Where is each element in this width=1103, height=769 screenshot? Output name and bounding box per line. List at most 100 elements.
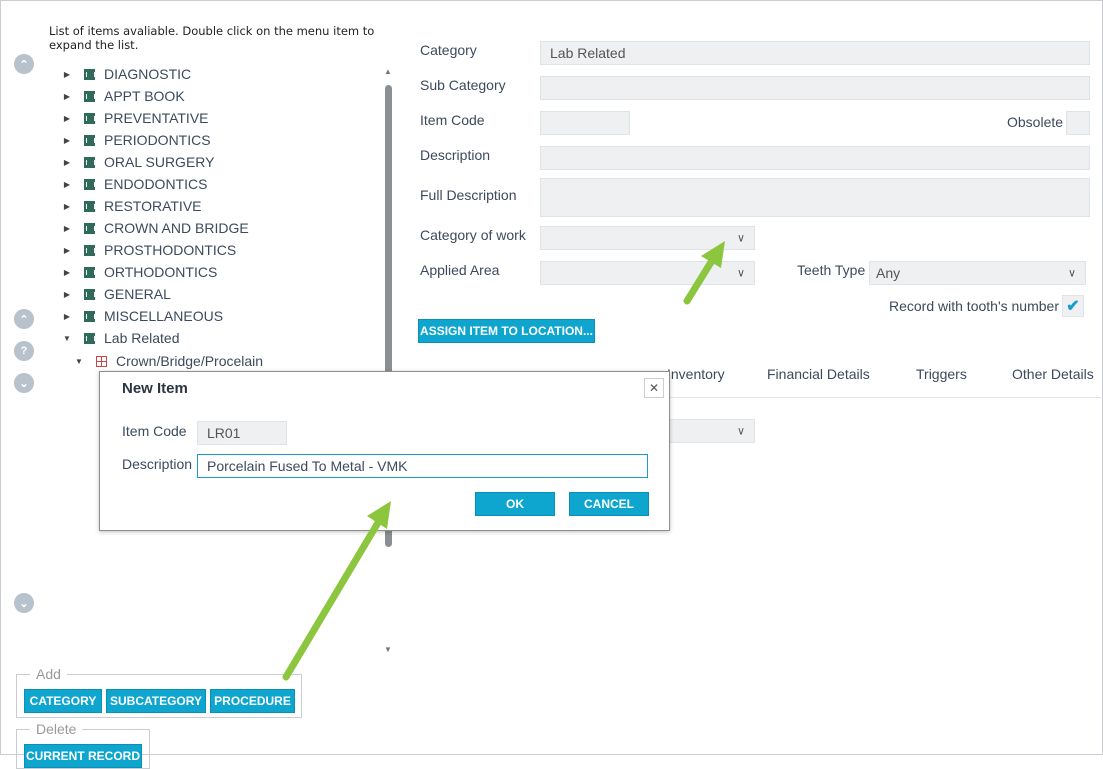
tab-inventory[interactable]: Inventory xyxy=(667,366,725,382)
new-item-dialog: New Item ✕ Item Code LR01 Description Po… xyxy=(99,371,670,531)
scroll-up-icon[interactable]: ▲ xyxy=(383,67,393,76)
ok-button[interactable]: OK xyxy=(475,492,555,516)
category-icon xyxy=(84,288,95,300)
expand-arrow-icon[interactable]: ▶ xyxy=(56,268,78,277)
close-icon[interactable]: ✕ xyxy=(644,378,664,398)
tree-item-label: PREVENTATIVE xyxy=(104,110,209,126)
tree-item-restorative[interactable]: ▶ RESTORATIVE xyxy=(56,195,356,217)
add-category-button[interactable]: CATEGORY xyxy=(24,689,102,713)
subcategory-field[interactable] xyxy=(540,76,1090,100)
tree-item-label: ENDODONTICS xyxy=(104,176,208,192)
tree-subitem-crown-bridge-porcelain[interactable]: ▼ Crown/Bridge/Procelain xyxy=(68,350,368,372)
expand-arrow-icon[interactable]: ▶ xyxy=(56,70,78,79)
expand-arrow-icon[interactable]: ▶ xyxy=(56,202,78,211)
category-icon xyxy=(84,178,95,190)
record-teeth-checkbox[interactable]: ✔ xyxy=(1062,295,1084,317)
tab-financial-details[interactable]: Financial Details xyxy=(767,366,870,382)
tree-item-label: PROSTHODONTICS xyxy=(104,242,237,258)
help-icon[interactable]: ? xyxy=(14,341,34,361)
dialog-description-value: Porcelain Fused To Metal - VMK xyxy=(207,458,408,474)
tree-item-appt-book[interactable]: ▶ APPT BOOK xyxy=(56,85,356,107)
record-teeth-label: Record with tooth's number xyxy=(889,298,1059,314)
tree-item-periodontics[interactable]: ▶ PERIODONTICS xyxy=(56,129,356,151)
dialog-description-input[interactable]: Porcelain Fused To Metal - VMK xyxy=(197,454,648,478)
dialog-title: New Item xyxy=(122,380,188,397)
tree-item-label: APPT BOOK xyxy=(104,88,185,104)
subcategory-icon xyxy=(96,355,107,367)
category-field[interactable]: Lab Related xyxy=(540,41,1090,65)
tree-item-lab-related[interactable]: ▼ Lab Related xyxy=(56,327,356,349)
tree-item-label: Crown/Bridge/Procelain xyxy=(116,353,264,369)
delete-current-record-button[interactable]: CURRENT RECORD xyxy=(24,744,142,768)
category-icon xyxy=(84,68,95,80)
tree-item-orthodontics[interactable]: ▶ ORTHODONTICS xyxy=(56,261,356,283)
tree-item-label: MISCELLANEOUS xyxy=(104,308,224,324)
expand-arrow-icon[interactable]: ▶ xyxy=(56,158,78,167)
tab-other-details[interactable]: Other Details xyxy=(1012,366,1094,382)
full-description-label: Full Description xyxy=(420,187,517,203)
tree-item-label: DIAGNOSTIC xyxy=(104,66,192,82)
item-code-field[interactable] xyxy=(540,111,630,135)
category-icon xyxy=(84,222,95,234)
category-icon xyxy=(84,244,95,256)
teeth-type-select[interactable]: Any ∨ xyxy=(869,261,1086,285)
tree-item-miscellaneous[interactable]: ▶ MISCELLANEOUS xyxy=(56,305,356,327)
teeth-type-label: Teeth Type xyxy=(797,262,866,278)
dialog-item-code-field[interactable]: LR01 xyxy=(197,421,287,445)
tree-item-oral-surgery[interactable]: ▶ ORAL SURGERY xyxy=(56,151,356,173)
assign-item-button[interactable]: ASSIGN ITEM TO LOCATION... xyxy=(418,319,595,343)
expand-all-icon[interactable]: ⌄ xyxy=(14,593,34,613)
tree-item-label: ORTHODONTICS xyxy=(104,264,218,280)
applied-area-label: Applied Area xyxy=(420,262,500,278)
tree-item-crown-and-bridge[interactable]: ▶ CROWN AND BRIDGE xyxy=(56,217,356,239)
expand-arrow-icon[interactable]: ▶ xyxy=(56,114,78,123)
category-label: Category xyxy=(420,42,477,58)
category-icon xyxy=(84,200,95,212)
expand-arrow-icon[interactable]: ▶ xyxy=(56,136,78,145)
collapse-arrow-icon[interactable]: ▼ xyxy=(68,357,90,366)
collapse-arrow-icon[interactable]: ▼ xyxy=(56,334,78,343)
category-of-work-select[interactable]: ∨ xyxy=(540,226,755,250)
applied-area-select[interactable]: ∨ xyxy=(540,261,755,285)
cancel-button[interactable]: CANCEL xyxy=(569,492,649,516)
move-up-icon[interactable]: ⌃ xyxy=(14,309,34,329)
collapse-all-icon[interactable]: ⌃ xyxy=(14,54,34,74)
tree-scrollbar[interactable]: ▲ ▼ xyxy=(383,67,393,659)
scroll-down-icon[interactable]: ▼ xyxy=(383,645,393,654)
tab-triggers[interactable]: Triggers xyxy=(916,366,967,382)
tree-item-label: CROWN AND BRIDGE xyxy=(104,220,249,236)
tree-item-endodontics[interactable]: ▶ ENDODONTICS xyxy=(56,173,356,195)
move-down-icon[interactable]: ⌄ xyxy=(14,373,34,393)
tree-hint: List of items avaliable. Double click on… xyxy=(49,24,375,52)
obsolete-label: Obsolete xyxy=(1007,114,1064,130)
add-procedure-button[interactable]: PROCEDURE xyxy=(210,689,295,713)
category-icon xyxy=(84,310,95,322)
full-description-field[interactable] xyxy=(540,178,1090,217)
tree-item-diagnostic[interactable]: ▶ DIAGNOSTIC xyxy=(56,63,356,85)
category-icon xyxy=(84,332,95,344)
category-of-work-label: Category of work xyxy=(420,227,526,243)
category-icon xyxy=(84,112,95,124)
tree-item-preventative[interactable]: ▶ PREVENTATIVE xyxy=(56,107,356,129)
expand-arrow-icon[interactable]: ▶ xyxy=(56,246,78,255)
checkmark-icon: ✔ xyxy=(1066,298,1080,315)
app-frame: List of items avaliable. Double click on… xyxy=(0,0,1103,769)
delete-group-title: Delete xyxy=(30,721,83,737)
category-icon xyxy=(84,134,95,146)
expand-arrow-icon[interactable]: ▶ xyxy=(56,92,78,101)
add-subcategory-button[interactable]: SUBCATEGORY xyxy=(106,689,206,713)
tree-item-general[interactable]: ▶ GENERAL xyxy=(56,283,356,305)
item-code-label: Item Code xyxy=(420,112,485,128)
dialog-description-label: Description xyxy=(122,456,193,472)
expand-arrow-icon[interactable]: ▶ xyxy=(56,224,78,233)
tree-item-label: Lab Related xyxy=(104,330,180,346)
obsolete-checkbox[interactable] xyxy=(1066,111,1090,135)
chevron-down-icon: ∨ xyxy=(1067,267,1076,280)
expand-arrow-icon[interactable]: ▶ xyxy=(56,312,78,321)
description-field[interactable] xyxy=(540,146,1090,170)
expand-arrow-icon[interactable]: ▶ xyxy=(56,180,78,189)
expand-arrow-icon[interactable]: ▶ xyxy=(56,290,78,299)
add-group-title: Add xyxy=(30,666,67,682)
tree-item-prosthodontics[interactable]: ▶ PROSTHODONTICS xyxy=(56,239,356,261)
teeth-type-value: Any xyxy=(876,265,901,281)
